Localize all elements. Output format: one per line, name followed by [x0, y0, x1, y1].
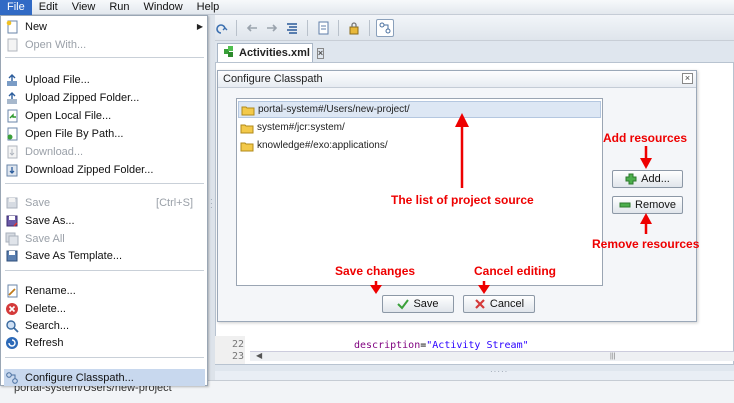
arrow-to-cancel	[478, 281, 490, 294]
annotation-arrows	[370, 113, 652, 294]
arrow-to-list	[455, 113, 469, 188]
arrow-to-remove	[640, 213, 652, 234]
arrow-to-add	[640, 146, 652, 169]
arrow-to-save	[370, 281, 382, 294]
